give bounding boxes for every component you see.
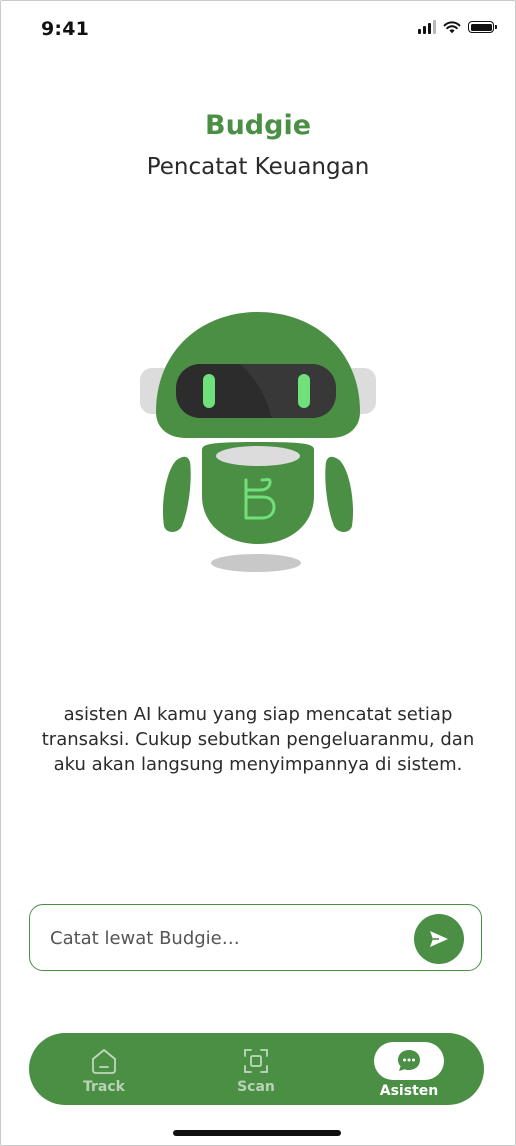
chat-icon [398,1050,420,1071]
description-line: asisten AI kamu yang siap mencatat setia… [63,704,453,725]
description-line: aku akan langsung menyimpannya di sistem… [53,754,463,775]
send-button[interactable] [414,914,464,964]
nav-label-scan: Scan [237,1079,275,1095]
wifi-icon [443,21,461,34]
battery-icon [468,21,497,33]
nav-label-track: Track [83,1079,125,1095]
nav-label-asisten: Asisten [379,1083,439,1099]
active-tab-indicator [374,1042,444,1080]
home-indicator[interactable] [173,1130,341,1136]
bottom-navigation: Track Scan Asisten [29,1033,484,1105]
cellular-signal-icon [418,20,436,34]
chat-input[interactable] [48,917,412,959]
nav-item-asisten[interactable]: Asisten [369,1033,449,1105]
budgie-robot-icon [140,312,376,572]
assistant-description: asisten AI kamu yang siap mencatat setia… [20,702,496,777]
status-time: 9:41 [41,18,90,40]
chat-input-container [29,904,482,971]
status-icons [418,20,497,34]
app-title: Budgie [204,110,312,141]
app-subtitle: Pencatat Keuangan [146,154,370,180]
send-icon [430,931,448,947]
home-icon [92,1049,116,1074]
scan-icon [244,1049,268,1073]
nav-item-scan[interactable]: Scan [225,1033,287,1105]
nav-item-track[interactable]: Track [73,1033,135,1105]
description-line: transaksi. Cukup sebutkan pengeluaranmu,… [41,729,475,750]
